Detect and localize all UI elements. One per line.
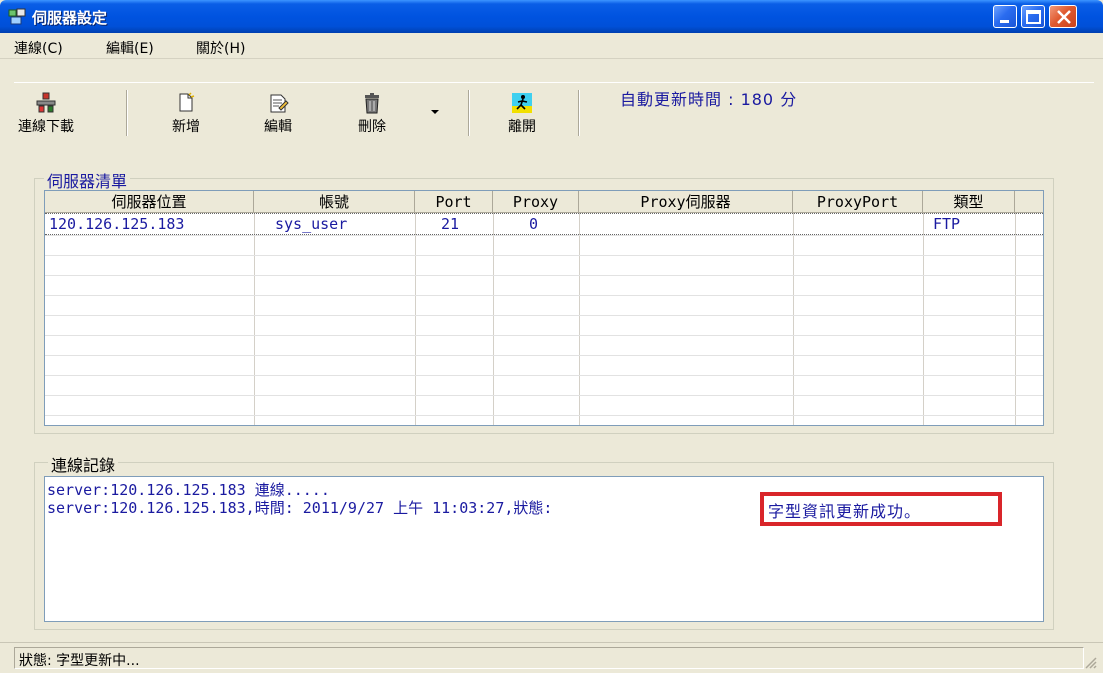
exit-running-icon: [511, 92, 533, 114]
menu-edit[interactable]: 編輯(E): [106, 38, 154, 58]
status-bar: 狀態: 字型更新中...: [0, 642, 1103, 673]
connect-download-button[interactable]: 連線下載: [6, 90, 86, 140]
status-text: 狀態: 字型更新中...: [19, 653, 140, 669]
column-header-type[interactable]: 類型: [923, 191, 1015, 213]
close-button[interactable]: [1049, 5, 1077, 28]
column-header-port[interactable]: Port: [415, 191, 493, 213]
window-title: 伺服器設定: [32, 9, 108, 27]
menu-about[interactable]: 關於(H): [196, 38, 245, 58]
toolbar-separator: [126, 90, 128, 136]
cell-account: sys_user: [275, 215, 348, 233]
cell-port: 21: [441, 215, 460, 233]
edit-label: 編輯: [264, 119, 292, 135]
menu-connect[interactable]: 連線(C): [14, 38, 63, 58]
add-label: 新增: [172, 119, 200, 135]
log-line: server:120.126.125.183,時間: 2011/9/27 上午 …: [47, 499, 553, 517]
maximize-button[interactable]: [1021, 5, 1045, 28]
add-button[interactable]: 新增: [146, 90, 226, 140]
edit-button[interactable]: 編輯: [238, 90, 318, 140]
log-status-success: 字型資訊更新成功。: [768, 502, 922, 521]
status-panel: 狀態: 字型更新中...: [14, 647, 1084, 669]
cell-type: FTP: [933, 215, 961, 233]
exit-button[interactable]: 離開: [482, 90, 562, 140]
table-row[interactable]: [45, 213, 1043, 235]
grid-line: [45, 275, 1043, 276]
auto-update-time: 自動更新時間 : 180 分: [620, 90, 798, 109]
connect-download-label: 連線下載: [18, 119, 74, 135]
connect-download-icon: [35, 92, 57, 114]
toolbar-divider: [14, 82, 1094, 83]
grid-line: [45, 235, 1043, 236]
cell-host: 120.126.125.183: [49, 215, 185, 233]
grid-line: [45, 255, 1043, 256]
edit-icon: [267, 92, 289, 114]
column-header-proxy-port[interactable]: ProxyPort: [793, 191, 923, 213]
column-header-proxy[interactable]: Proxy: [493, 191, 579, 213]
trash-icon: [361, 92, 383, 114]
minimize-button[interactable]: [993, 5, 1017, 28]
toolbar-separator: [578, 90, 580, 136]
server-list[interactable]: 伺服器位置 帳號 Port Proxy Proxy伺服器 ProxyPort 類…: [44, 190, 1044, 426]
app-icon: [8, 8, 26, 25]
grid-line: [45, 415, 1043, 416]
resize-grip-icon[interactable]: [1083, 655, 1097, 669]
grid-line: [45, 295, 1043, 296]
grid-line: [45, 355, 1043, 356]
toolbar-separator: [468, 90, 470, 136]
grid-line: [45, 395, 1043, 396]
delete-button[interactable]: 刪除: [332, 90, 412, 140]
column-header-account[interactable]: 帳號: [254, 191, 415, 213]
column-header-host[interactable]: 伺服器位置: [45, 191, 254, 213]
column-header-filler: [1015, 191, 1043, 213]
grid-line: [45, 335, 1043, 336]
server-settings-window: 伺服器設定 連線(C) 編輯(E) 關於(H) 連線下載 新增 編輯 刪除 離開…: [0, 0, 1103, 673]
title-bar[interactable]: 伺服器設定: [0, 0, 1103, 33]
grid-line: [45, 375, 1043, 376]
chevron-down-icon[interactable]: [428, 106, 442, 116]
cell-proxy: 0: [529, 215, 539, 233]
delete-label: 刪除: [358, 119, 386, 135]
grid-line: [45, 315, 1043, 316]
new-file-icon: [175, 92, 197, 114]
server-list-title: 伺服器清單: [44, 168, 131, 192]
menu-bar: 連線(C) 編輯(E) 關於(H): [0, 33, 1103, 59]
column-header-proxy-server[interactable]: Proxy伺服器: [579, 191, 793, 213]
exit-label: 離開: [508, 119, 536, 135]
toolbar: 連線下載 新增 編輯 刪除 離開 自動更新時間: 180 分: [0, 60, 1103, 154]
log-title: 連線記錄: [48, 452, 119, 476]
